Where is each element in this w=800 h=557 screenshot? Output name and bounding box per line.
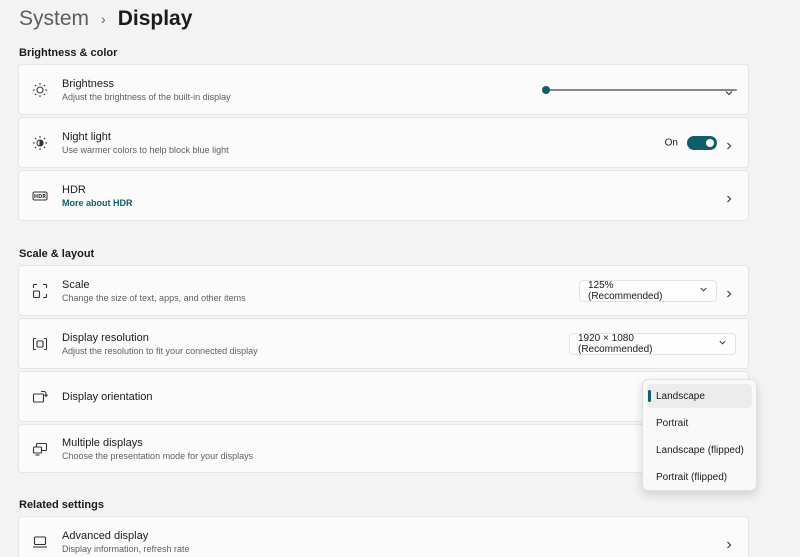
night-light-toggle[interactable]: [687, 135, 717, 150]
resolution-dropdown-value: 1920 × 1080 (Recommended): [578, 332, 653, 355]
display-resolution-text: Display resolution Adjust the resolution…: [62, 331, 258, 357]
display-resolution-title: Display resolution: [62, 331, 149, 344]
scale-title: Scale: [62, 278, 90, 291]
breadcrumb-system[interactable]: System: [19, 7, 89, 31]
orientation-option-portrait[interactable]: Portrait: [647, 411, 752, 435]
advanced-display-title: Advanced display: [62, 529, 149, 542]
brightness-text: Brightness Adjust the brightness of the …: [62, 77, 231, 103]
chevron-right-icon[interactable]: [724, 138, 734, 149]
section-title-scale-layout: Scale & layout: [19, 248, 95, 260]
chevron-down-icon: [718, 338, 727, 350]
chevron-right-icon[interactable]: [724, 191, 734, 202]
orientation-option-label: Landscape: [656, 390, 705, 402]
night-light-card[interactable]: Night light Use warmer colors to help bl…: [18, 117, 749, 168]
hdr-link[interactable]: More about HDR: [62, 197, 133, 209]
scale-text: Scale Change the size of text, apps, and…: [62, 278, 246, 304]
sun-icon: [31, 81, 49, 99]
svg-text:HDR: HDR: [34, 194, 46, 200]
display-orientation-title: Display orientation: [62, 390, 153, 403]
resolution-dropdown[interactable]: 1920 × 1080 (Recommended): [569, 332, 736, 355]
selection-indicator: [648, 390, 651, 402]
chevron-right-icon[interactable]: [724, 537, 734, 548]
orientation-option-portrait-flipped[interactable]: Portrait (flipped): [647, 465, 752, 489]
display-settings-page: System › Display Brightness & color Brig…: [0, 0, 800, 557]
night-light-subtitle: Use warmer colors to help block blue lig…: [62, 144, 229, 155]
hdr-icon: HDR: [31, 187, 49, 205]
resolution-icon: [31, 335, 49, 353]
orientation-option-label: Portrait (flipped): [656, 471, 728, 483]
orientation-option-landscape[interactable]: Landscape: [647, 384, 752, 408]
scale-dropdown-value: 125% (Recommended): [588, 279, 663, 302]
multiple-displays-text: Multiple displays Choose the presentatio…: [62, 436, 253, 462]
multiple-displays-subtitle: Choose the presentation mode for your di…: [62, 450, 254, 461]
night-light-title: Night light: [62, 130, 111, 143]
breadcrumb: System › Display: [19, 4, 192, 34]
orientation-option-label: Portrait: [656, 417, 689, 429]
hdr-title: HDR: [62, 183, 86, 196]
hdr-card[interactable]: HDR HDR More about HDR: [18, 170, 749, 221]
hdr-text: HDR More about HDR: [62, 183, 133, 209]
night-light-state: On: [664, 137, 678, 148]
display-resolution-card[interactable]: Display resolution Adjust the resolution…: [18, 318, 749, 369]
display-orientation-card[interactable]: Display orientation: [18, 371, 749, 422]
brightness-subtitle: Adjust the brightness of the built-in di…: [62, 91, 231, 102]
advanced-display-subtitle: Display information, refresh rate: [62, 543, 190, 554]
night-light-text: Night light Use warmer colors to help bl…: [62, 130, 229, 156]
scale-dropdown[interactable]: 125% (Recommended): [579, 279, 717, 302]
brightness-title: Brightness: [62, 77, 114, 90]
brightness-card[interactable]: Brightness Adjust the brightness of the …: [18, 64, 749, 115]
chevron-down-icon: [699, 285, 708, 297]
brightness-slider[interactable]: [542, 85, 737, 95]
advanced-display-card[interactable]: Advanced display Display information, re…: [18, 516, 749, 557]
orientation-option-landscape-flipped[interactable]: Landscape (flipped): [647, 438, 752, 462]
toggle-knob: [706, 138, 714, 147]
scale-card[interactable]: Scale Change the size of text, apps, and…: [18, 265, 749, 316]
display-resolution-subtitle: Adjust the resolution to fit your connec…: [62, 345, 258, 356]
orientation-menu: Landscape Portrait Landscape (flipped) P…: [642, 379, 757, 491]
multiple-displays-card[interactable]: Multiple displays Choose the presentatio…: [18, 424, 749, 473]
scale-subtitle: Change the size of text, apps, and other…: [62, 292, 246, 303]
multiple-displays-icon: [31, 440, 49, 458]
section-title-related-settings: Related settings: [19, 499, 104, 511]
display-orientation-text: Display orientation: [62, 390, 153, 404]
brightness-slider-thumb[interactable]: [542, 85, 550, 94]
breadcrumb-separator: ›: [101, 11, 106, 27]
scale-icon: [31, 282, 49, 300]
laptop-icon: [31, 533, 49, 551]
advanced-display-text: Advanced display Display information, re…: [62, 529, 190, 555]
chevron-right-icon[interactable]: [724, 286, 734, 297]
chevron-down-icon[interactable]: [724, 85, 734, 95]
orientation-icon: [31, 388, 49, 406]
multiple-displays-title: Multiple displays: [62, 436, 143, 449]
night-light-icon: [31, 134, 49, 152]
orientation-option-label: Landscape (flipped): [656, 444, 744, 456]
brightness-slider-track[interactable]: [546, 88, 737, 91]
section-title-brightness-color: Brightness & color: [19, 47, 118, 59]
page-title: Display: [117, 7, 193, 30]
